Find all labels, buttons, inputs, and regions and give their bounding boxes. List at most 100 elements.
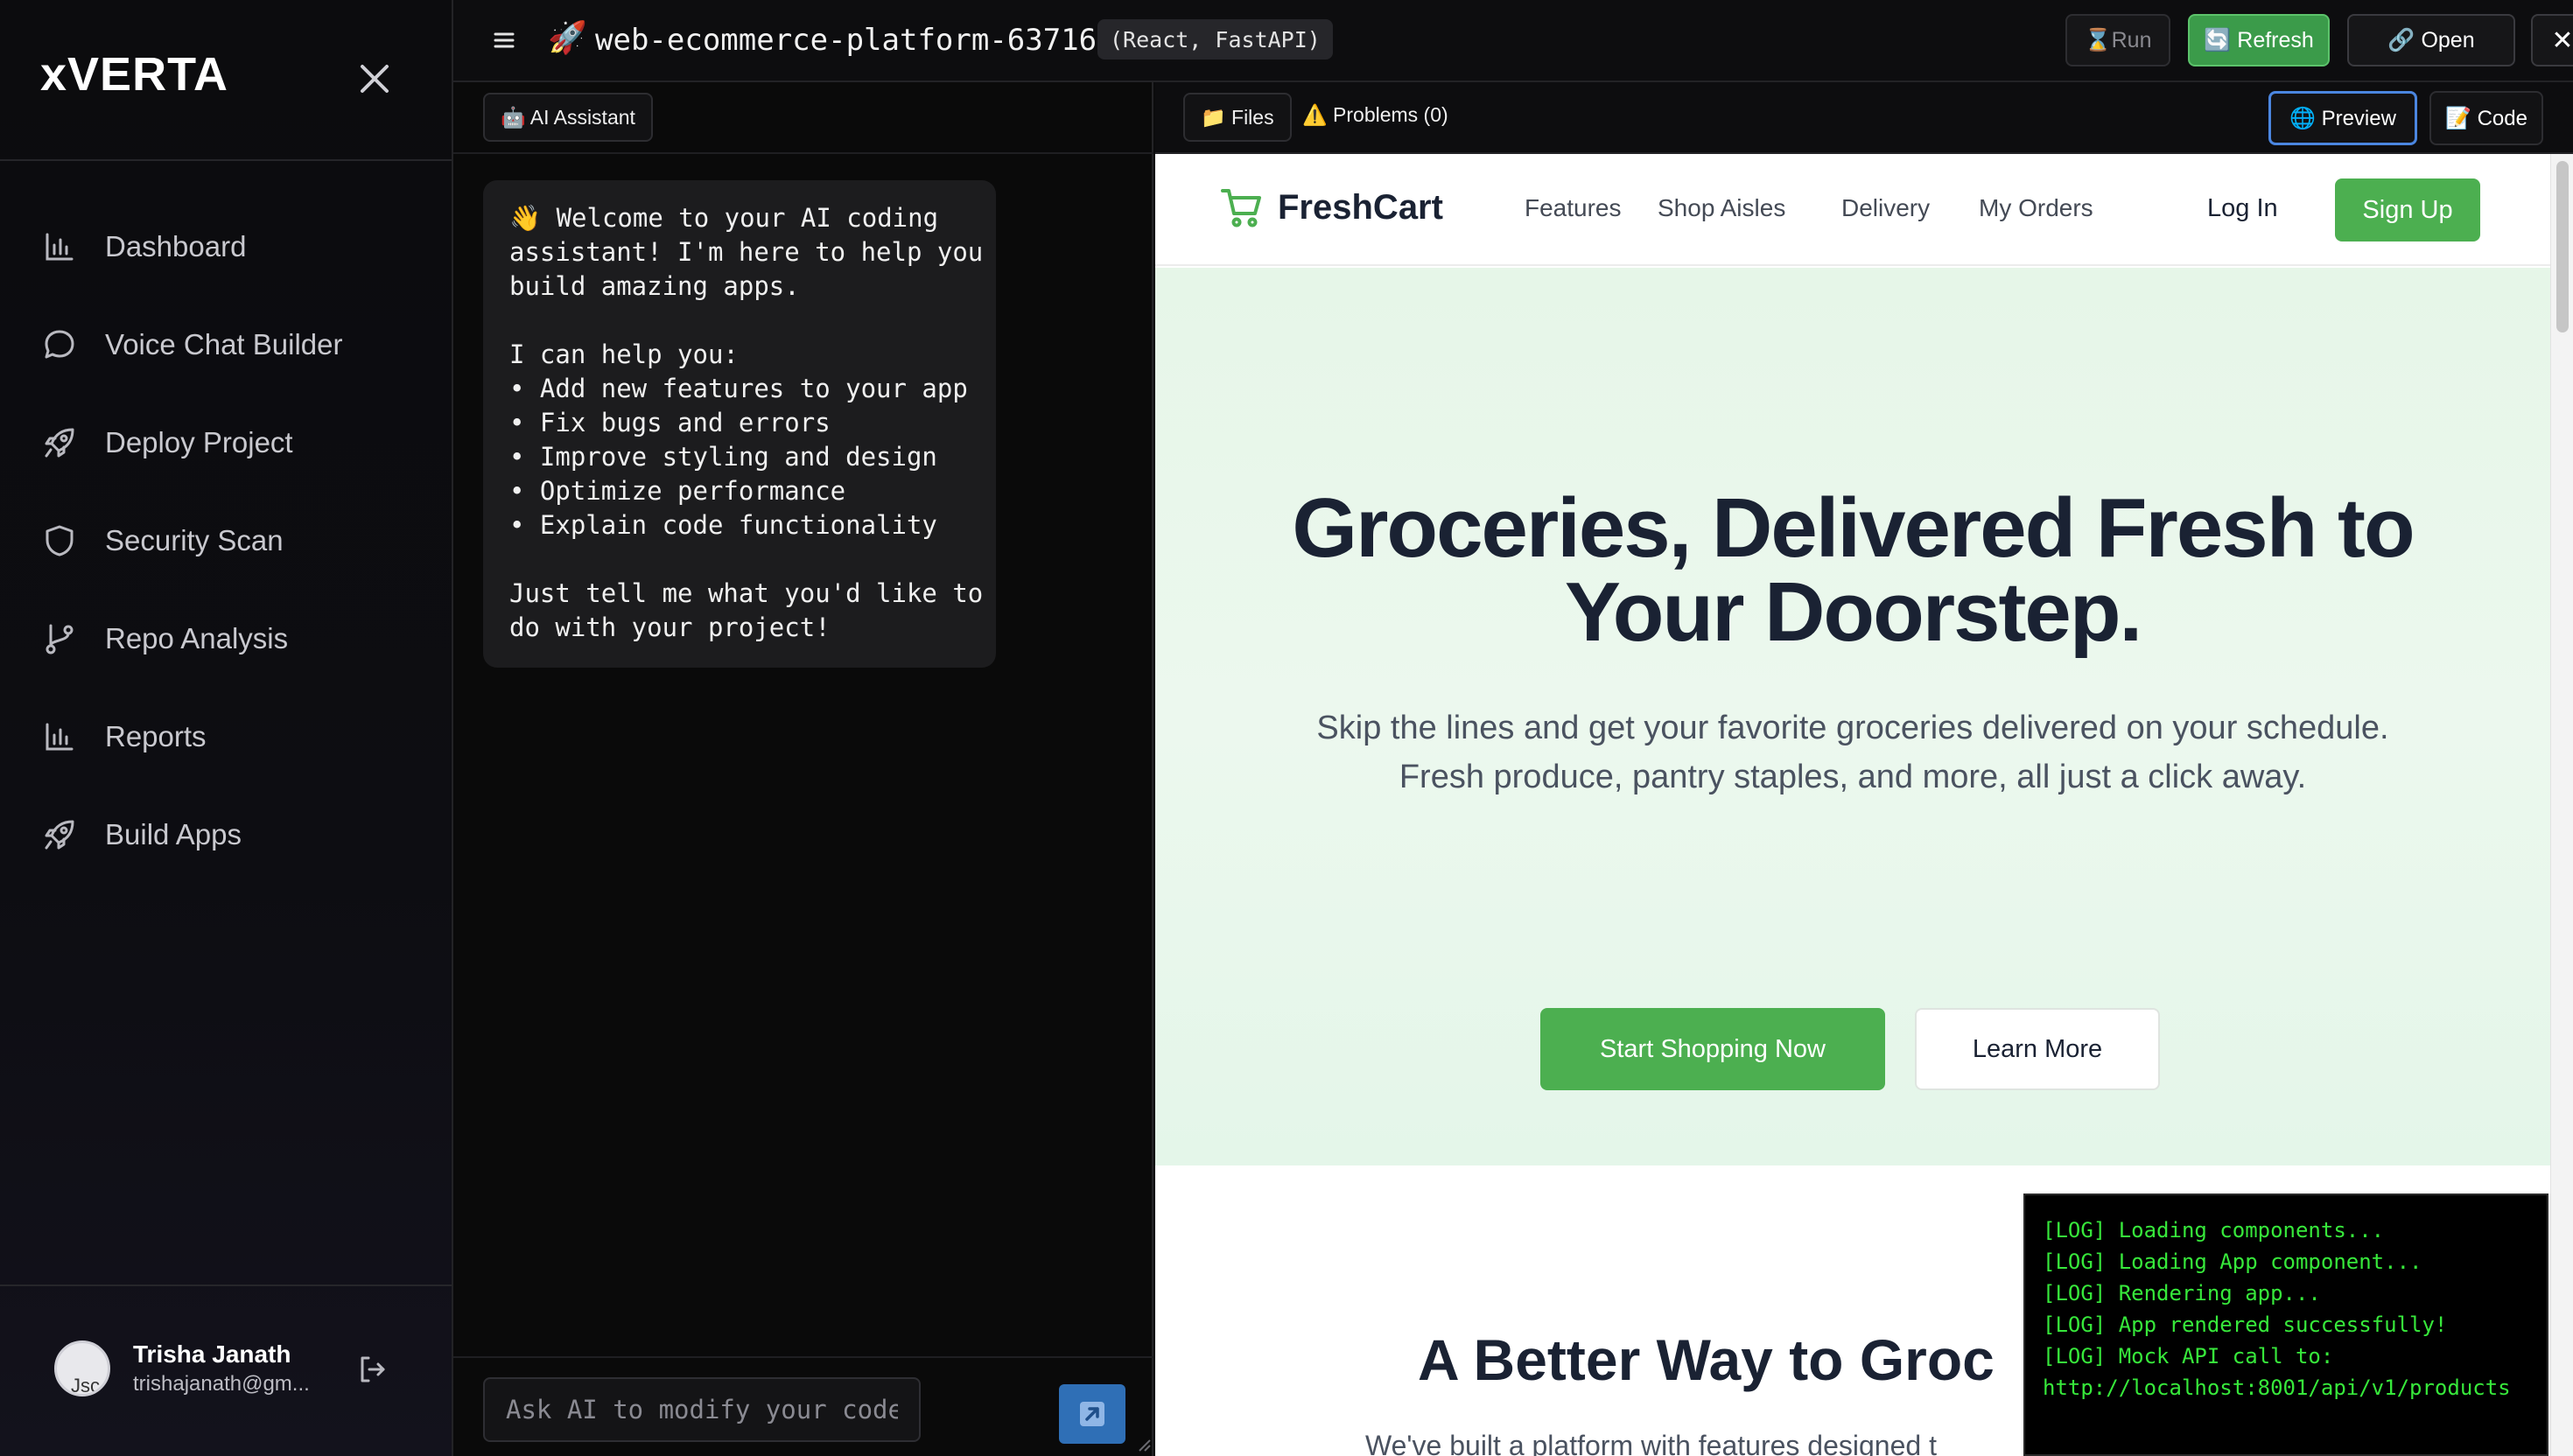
- send-arrow-icon: [1080, 1402, 1104, 1426]
- message-line: Just tell me what you'd like to: [509, 578, 984, 608]
- sidebar-item-label: Reports: [105, 720, 207, 752]
- signup-button[interactable]: Sign Up: [2335, 178, 2480, 242]
- sidebar-item-label: Dashboard: [105, 230, 247, 262]
- sidebar: xVERTA Dashboard Voice Chat Builder Depl…: [0, 0, 453, 1456]
- features-section-subtitle: We've built a platform with features des…: [1365, 1430, 1937, 1456]
- open-button[interactable]: 🔗 Open: [2347, 14, 2515, 66]
- bar-chart-icon: [42, 229, 77, 264]
- sidebar-item-label: Build Apps: [105, 818, 242, 850]
- message-line: • Fix bugs and errors: [509, 408, 831, 438]
- sidebar-item-label: Security Scan: [105, 524, 284, 556]
- preview-toolbar: 📁 Files ⚠️ Problems (0) 🌐 Preview 📝 Code: [1155, 82, 2573, 154]
- message-line: [509, 542, 970, 577]
- message-line: 👋 Welcome to your AI coding: [509, 203, 939, 233]
- ask-ai-input[interactable]: [483, 1377, 921, 1442]
- hero-subtitle-line: Fresh produce, pantry staples, and more,…: [1399, 759, 2307, 795]
- message-line: do with your project!: [509, 612, 831, 642]
- sidebar-nav: Dashboard Voice Chat Builder Deploy Proj…: [0, 198, 452, 884]
- message-line: • Explain code functionality: [509, 510, 937, 540]
- refresh-button[interactable]: 🔄 Refresh: [2188, 14, 2330, 66]
- project-title: web-ecommerce-platform-637165: [595, 23, 1115, 58]
- close-sidebar-icon[interactable]: [357, 61, 392, 96]
- sidebar-item-reports[interactable]: Reports: [0, 688, 452, 786]
- chat-footer: [453, 1356, 1153, 1456]
- site-navbar: FreshCart Features Shop Aisles Delivery …: [1155, 154, 2550, 266]
- shield-icon: [42, 523, 77, 558]
- hero-title-line: Your Doorstep.: [1564, 565, 2142, 659]
- freshcart-logo[interactable]: FreshCart: [1220, 186, 1443, 229]
- stack-badge: (React, FastAPI): [1097, 19, 1333, 60]
- run-button[interactable]: ⌛Run: [2065, 14, 2170, 66]
- nav-link-shop-aisles[interactable]: Shop Aisles: [1658, 194, 1785, 222]
- user-profile[interactable]: Jsc Trisha Janath trishajanath@gm...: [54, 1340, 310, 1396]
- send-button[interactable]: [1059, 1384, 1125, 1444]
- start-shopping-button[interactable]: Start Shopping Now: [1540, 1008, 1885, 1090]
- tab-problems[interactable]: ⚠️ Problems (0): [1302, 103, 1448, 127]
- brand-logo: xVERTA: [40, 48, 229, 101]
- message-line: I can help you:: [509, 340, 739, 369]
- preview-button[interactable]: 🌐 Preview: [2268, 91, 2417, 145]
- sidebar-divider: [0, 159, 452, 161]
- scrollbar-thumb[interactable]: [2556, 161, 2569, 332]
- nav-link-delivery[interactable]: Delivery: [1841, 194, 1930, 222]
- message-line: • Optimize performance: [509, 476, 846, 506]
- hero-subtitle: Skip the lines and get your favorite gro…: [1155, 704, 2550, 802]
- resize-grip-icon[interactable]: [1134, 1435, 1152, 1452]
- user-info: Trisha Janath trishajanath@gm...: [133, 1340, 310, 1396]
- user-email: trishajanath@gm...: [133, 1372, 310, 1396]
- hero-title-line: Groceries, Delivered Fresh to: [1292, 481, 2415, 575]
- avatar: Jsc: [54, 1340, 110, 1396]
- git-branch-icon: [42, 621, 77, 656]
- console-log-line: [LOG] Loading App component...: [2043, 1250, 2422, 1274]
- console-log-line: [LOG] Loading components...: [2043, 1218, 2385, 1242]
- message-line: [509, 304, 970, 338]
- tab-files[interactable]: 📁 Files: [1183, 93, 1292, 142]
- learn-more-button[interactable]: Learn More: [1915, 1008, 2160, 1090]
- rocket-icon: [42, 817, 77, 852]
- bar-chart-icon: [42, 719, 77, 754]
- sidebar-item-security-scan[interactable]: Security Scan: [0, 492, 452, 590]
- rocket-icon: 🚀: [548, 19, 587, 55]
- hamburger-menu-icon[interactable]: [488, 24, 520, 56]
- site-brand-name: FreshCart: [1278, 187, 1443, 227]
- features-section-title: A Better Way to Groc: [1418, 1327, 1995, 1392]
- nav-link-my-orders[interactable]: My Orders: [1979, 194, 2093, 222]
- logout-icon[interactable]: [357, 1354, 389, 1386]
- console-log-line: [LOG] Rendering app...: [2043, 1281, 2321, 1306]
- ai-chat-panel: 🤖 AI Assistant 👋 Welcome to your AI codi…: [453, 82, 1153, 1456]
- sidebar-item-deploy-project[interactable]: Deploy Project: [0, 394, 452, 492]
- close-button[interactable]: ✕: [2531, 14, 2573, 66]
- sidebar-item-build-apps[interactable]: Build Apps: [0, 786, 452, 884]
- message-line: build amazing apps.: [509, 271, 800, 301]
- tab-ai-assistant[interactable]: 🤖 AI Assistant: [483, 93, 653, 142]
- console-log-panel: [LOG] Loading components... [LOG] Loading…: [2023, 1194, 2548, 1456]
- sidebar-item-label: Voice Chat Builder: [105, 328, 343, 360]
- login-link[interactable]: Log In: [2207, 194, 2278, 223]
- message-line: • Add new features to your app: [509, 374, 968, 403]
- user-name: Trisha Janath: [133, 1340, 291, 1368]
- message-line: assistant! I'm here to help you: [509, 237, 984, 267]
- sidebar-item-repo-analysis[interactable]: Repo Analysis: [0, 590, 452, 688]
- sidebar-item-label: Deploy Project: [105, 426, 293, 458]
- sidebar-item-voice-chat-builder[interactable]: Voice Chat Builder: [0, 296, 452, 394]
- avatar-text: Jsc: [71, 1375, 100, 1396]
- hero-title: Groceries, Delivered Fresh to Your Doors…: [1155, 486, 2550, 654]
- console-log-line: [LOG] App rendered successfully!: [2043, 1312, 2448, 1337]
- console-log-line: [LOG] Mock API call to:: [2043, 1344, 2334, 1368]
- sidebar-item-label: Repo Analysis: [105, 622, 289, 654]
- sidebar-item-dashboard[interactable]: Dashboard: [0, 198, 452, 296]
- sidebar-divider: [0, 1284, 452, 1286]
- console-log-line: http://localhost:8001/api/v1/products: [2043, 1376, 2511, 1400]
- message-line: • Improve styling and design: [509, 442, 937, 472]
- top-bar: 🚀 web-ecommerce-platform-637165 (React, …: [453, 0, 2573, 82]
- hero-subtitle-line: Skip the lines and get your favorite gro…: [1316, 710, 2389, 746]
- assistant-message: 👋 Welcome to your AI coding assistant! I'…: [483, 180, 996, 668]
- chat-bubble-icon: [42, 327, 77, 362]
- code-button[interactable]: 📝 Code: [2429, 91, 2543, 145]
- preview-scrollbar[interactable]: [2550, 154, 2573, 1456]
- chat-header: 🤖 AI Assistant: [453, 82, 1153, 154]
- hero-section: Groceries, Delivered Fresh to Your Doors…: [1155, 268, 2550, 1166]
- shopping-cart-icon: [1221, 189, 1261, 228]
- nav-link-features[interactable]: Features: [1525, 194, 1622, 222]
- rocket-icon: [42, 425, 77, 460]
